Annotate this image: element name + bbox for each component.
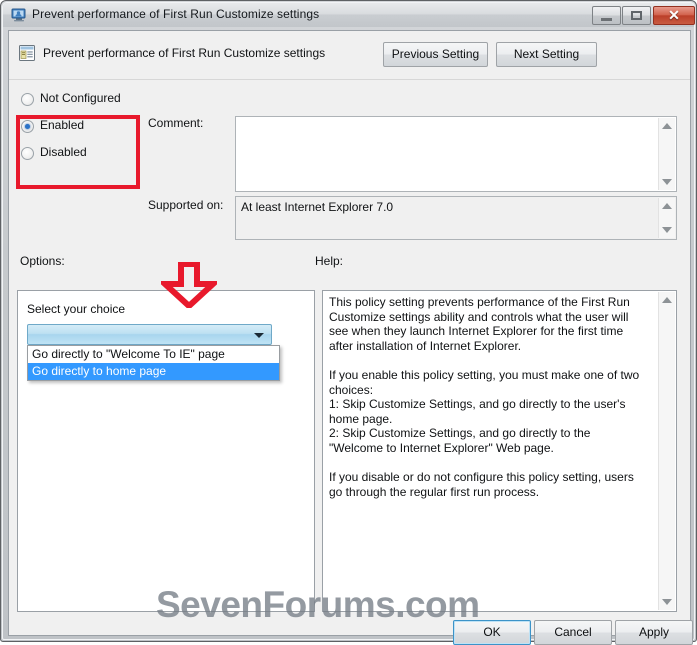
radio-not-configured-label: Not Configured xyxy=(40,91,121,105)
supported-on-label: Supported on: xyxy=(148,198,224,212)
policy-setting-icon xyxy=(18,44,36,62)
minimize-icon xyxy=(601,18,612,21)
policy-state-group: Not Configured Enabled Disabled xyxy=(16,88,136,166)
window-title: Prevent performance of First Run Customi… xyxy=(32,7,320,21)
scroll-up-icon[interactable] xyxy=(662,123,672,129)
radio-enabled-label: Enabled xyxy=(40,118,85,132)
next-setting-button[interactable]: Next Setting xyxy=(496,42,597,67)
close-button[interactable]: ✕ xyxy=(653,6,695,25)
scroll-down-icon[interactable] xyxy=(662,227,672,233)
supported-on-scrollbar[interactable] xyxy=(658,198,675,238)
options-label: Options: xyxy=(20,254,65,268)
help-panel: This policy setting prevents performance… xyxy=(322,290,677,612)
supported-on-field: At least Internet Explorer 7.0 xyxy=(235,196,677,240)
scroll-down-icon[interactable] xyxy=(662,179,672,185)
choice-combobox-dropdown[interactable]: Go directly to "Welcome To IE" page Go d… xyxy=(27,345,280,381)
radio-disabled-label: Disabled xyxy=(40,145,87,159)
maximize-icon xyxy=(631,11,642,20)
supported-on-value: At least Internet Explorer 7.0 xyxy=(241,200,394,214)
scroll-down-icon[interactable] xyxy=(662,599,672,605)
dialog-client-area: Prevent performance of First Run Customi… xyxy=(8,30,693,645)
policy-title: Prevent performance of First Run Customi… xyxy=(43,46,326,60)
comment-input[interactable] xyxy=(235,116,677,192)
previous-setting-button[interactable]: Previous Setting xyxy=(383,42,488,67)
chevron-down-icon[interactable] xyxy=(254,333,264,338)
close-icon: ✕ xyxy=(668,7,680,23)
arrow-down-annotation-icon xyxy=(157,261,221,311)
help-text: This policy setting prevents performance… xyxy=(329,295,640,499)
help-label: Help: xyxy=(315,254,344,268)
choice-combobox[interactable] xyxy=(27,324,272,345)
scroll-up-icon[interactable] xyxy=(662,297,672,303)
combobox-option-home-page[interactable]: Go directly to home page xyxy=(28,363,279,380)
apply-button[interactable]: Apply xyxy=(615,620,693,645)
radio-disabled-indicator xyxy=(21,147,34,160)
ok-button[interactable]: OK xyxy=(453,620,531,645)
title-bar[interactable]: Prevent performance of First Run Customi… xyxy=(3,3,695,27)
policy-window-icon xyxy=(11,7,27,23)
comment-scrollbar[interactable] xyxy=(658,118,675,190)
combobox-option-welcome-to-ie[interactable]: Go directly to "Welcome To IE" page xyxy=(28,346,279,363)
scroll-up-icon[interactable] xyxy=(662,203,672,209)
minimize-button[interactable] xyxy=(592,6,621,25)
options-panel: Select your choice Go directly to "Welco… xyxy=(17,290,315,612)
select-your-choice-label: Select your choice xyxy=(27,302,126,316)
radio-not-configured-indicator xyxy=(21,93,34,106)
cancel-button[interactable]: Cancel xyxy=(534,620,612,645)
comment-label: Comment: xyxy=(148,116,204,130)
policy-header: Prevent performance of First Run Customi… xyxy=(9,31,690,80)
radio-enabled-indicator xyxy=(21,120,34,133)
maximize-button[interactable] xyxy=(622,6,651,25)
help-scrollbar[interactable] xyxy=(658,292,675,610)
policy-settings-window: Prevent performance of First Run Customi… xyxy=(0,0,697,645)
